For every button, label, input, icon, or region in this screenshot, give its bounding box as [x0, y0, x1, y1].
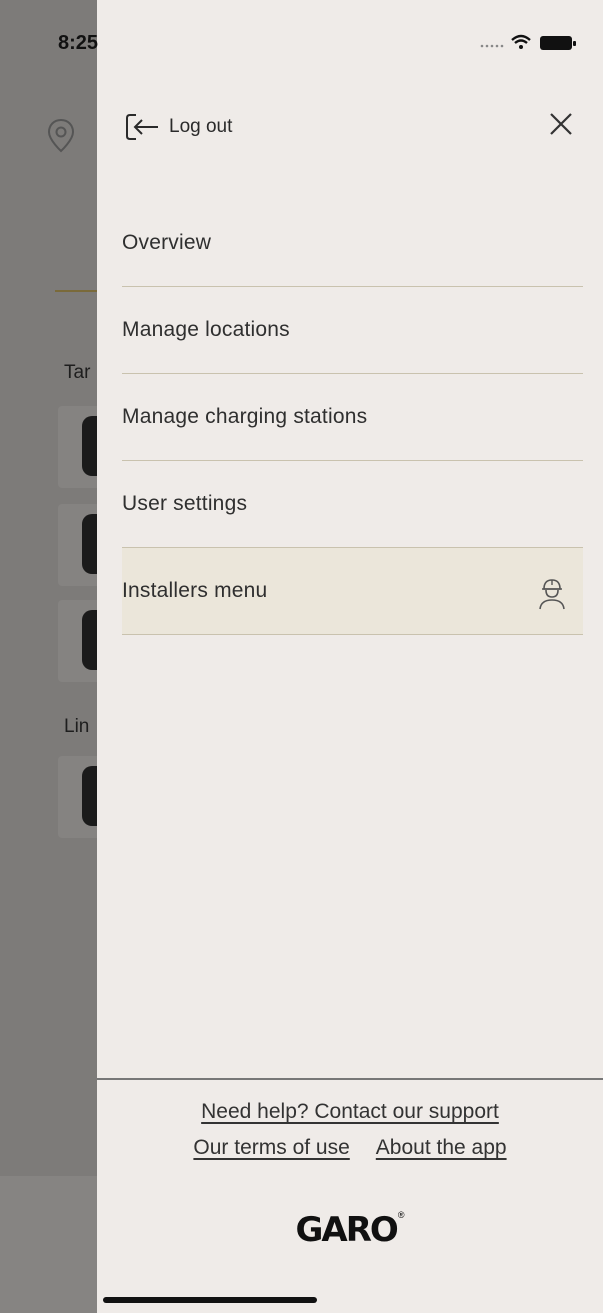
footer-links: Need help? Contact our support Our terms… [97, 1100, 603, 1160]
section-heading-a: Tar [64, 362, 91, 383]
wifi-icon [511, 34, 531, 49]
menu-item-overview[interactable]: Overview [122, 200, 583, 287]
menu-item-label: User settings [122, 492, 248, 515]
brand-logo-text: GARO [295, 1210, 399, 1250]
footer-divider [97, 1078, 603, 1080]
background-app: Tar Lin [0, 0, 102, 1313]
installer-helmet-icon [539, 579, 565, 610]
menu-item-label: Manage charging stations [122, 405, 368, 428]
menu-item-manage-charging-stations[interactable]: Manage charging stations [122, 374, 583, 461]
location-pin-icon [47, 118, 75, 153]
section-heading-b: Lin [64, 716, 90, 737]
close-icon[interactable] [545, 108, 577, 140]
charger-card [58, 406, 102, 488]
charger-card [58, 756, 102, 838]
tab-underline [55, 290, 100, 292]
menu-item-installers-menu[interactable]: Installers menu [122, 548, 583, 635]
menu-item-user-settings[interactable]: User settings [122, 461, 583, 548]
support-link[interactable]: Need help? Contact our support [201, 1100, 499, 1123]
home-indicator [103, 1297, 317, 1303]
brand-logo: GARO® [295, 1210, 405, 1250]
logout-label: Log out [169, 116, 233, 137]
status-time: 8:25 [58, 32, 99, 54]
menu-item-manage-locations[interactable]: Manage locations [122, 287, 583, 374]
terms-link[interactable]: Our terms of use [193, 1136, 349, 1160]
logout-button[interactable]: Log out [125, 110, 232, 144]
navigation-drawer: Log out Overview Manage locations Manage… [97, 0, 603, 1313]
drawer-menu: Overview Manage locations Manage chargin… [122, 200, 583, 635]
menu-item-label: Installers menu [122, 579, 268, 602]
charger-card [58, 504, 102, 586]
cellular-signal-icon [480, 44, 504, 48]
menu-item-label: Overview [122, 231, 212, 254]
background-tab-bar [0, 1176, 100, 1313]
menu-item-label: Manage locations [122, 318, 290, 341]
status-icons [480, 34, 576, 50]
battery-icon [540, 36, 576, 50]
about-link[interactable]: About the app [376, 1136, 507, 1160]
charger-card [58, 600, 102, 682]
logout-icon [126, 114, 158, 140]
